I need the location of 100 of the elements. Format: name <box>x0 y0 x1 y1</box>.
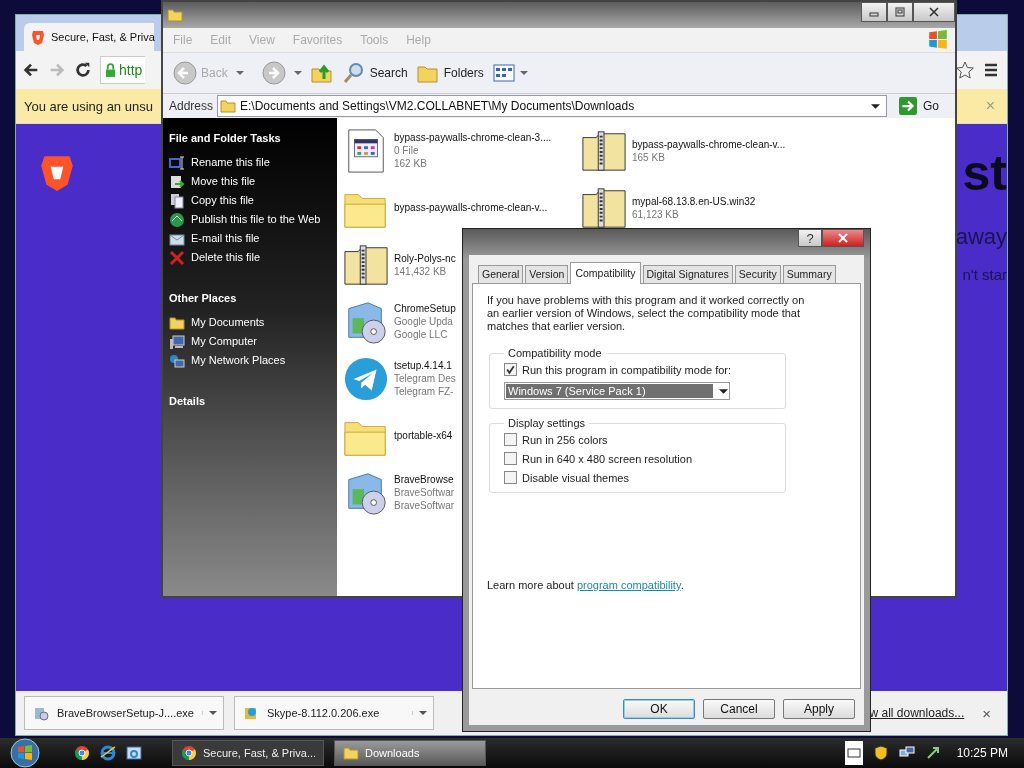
dialog-button[interactable]: Apply <box>783 699 855 719</box>
browser-tab[interactable]: Secure, Fast, & Priva <box>24 23 154 51</box>
lion-shield-icon <box>30 29 46 45</box>
dialog-button[interactable]: Cancel <box>703 699 775 719</box>
checkbox-label: Run in 640 x 480 screen resolution <box>522 452 692 465</box>
address-label: Address <box>169 99 214 113</box>
close-shelf-button[interactable]: × <box>974 704 999 722</box>
reload-icon[interactable] <box>74 61 92 79</box>
search-button[interactable]: Search <box>341 61 408 85</box>
checkbox-label: Run in 256 colors <box>522 433 608 446</box>
page-subheading: away <box>955 224 1007 250</box>
windows-logo-icon <box>927 29 949 51</box>
checkbox[interactable] <box>504 452 517 465</box>
taskbar-button[interactable]: Secure, Fast, & Priva... <box>172 740 324 766</box>
close-button[interactable] <box>913 2 955 22</box>
window-e-icon[interactable] <box>126 745 142 761</box>
zip-archive[interactable]: Roly-Polys-nc 141,432 KB <box>343 236 456 293</box>
move-icon <box>169 174 185 190</box>
close-button[interactable] <box>822 229 864 247</box>
installer-file[interactable]: BraveBrowse BraveSoftwar BraveSoftwar <box>343 464 455 521</box>
star-icon[interactable] <box>955 60 975 80</box>
folder-icon <box>167 7 183 23</box>
checkbox[interactable] <box>504 471 517 484</box>
installer-file[interactable]: ChromeSetup Google Upda Google LLC <box>343 293 456 350</box>
folder-icon <box>169 315 185 331</box>
task-link[interactable]: Move this file <box>169 175 329 190</box>
search-icon <box>341 61 366 85</box>
network-icon <box>169 353 185 369</box>
caret-icon[interactable] <box>235 71 244 75</box>
caret-icon[interactable] <box>293 71 302 75</box>
globe-icon <box>169 212 185 228</box>
taskbar-button[interactable]: Downloads <box>334 740 486 766</box>
close-icon <box>837 232 849 244</box>
views-button[interactable] <box>491 61 528 85</box>
compatibility-link[interactable]: program compatibility <box>576 579 681 591</box>
section-heading[interactable]: Other Places <box>169 292 329 304</box>
address-bar[interactable]: http <box>100 56 145 84</box>
minimize-button[interactable] <box>861 2 887 22</box>
settings-file[interactable]: bypass-paywalls-chrome-clean-3.... 0 File 162 KB <box>343 122 552 179</box>
section-heading[interactable]: Details <box>169 395 329 407</box>
folders-button[interactable]: Folders <box>415 61 484 85</box>
go-arrow-icon <box>899 97 917 115</box>
download-item[interactable]: Skype-8.112.0.206.exe <box>234 696 434 730</box>
dropdown-caret-icon <box>719 388 728 394</box>
task-link[interactable]: Delete this file <box>169 251 329 266</box>
chrome-icon[interactable] <box>74 745 90 761</box>
go-button[interactable]: Go <box>891 97 949 115</box>
checkbox[interactable] <box>504 433 517 446</box>
warning-text: You are using an unsu <box>24 98 153 114</box>
intro-text: If you have problems with this program and it worked correctly on an earlier version of Windows, select the compatibility mode that matches that earlier version. <box>487 294 806 333</box>
download-item[interactable]: BraveBrowserSetup-J....exe <box>24 696 224 730</box>
grid-view-icon <box>491 61 516 85</box>
browser-e-icon[interactable] <box>100 745 116 761</box>
menu-icon[interactable] <box>983 62 999 78</box>
dialog-tab[interactable]: General <box>478 265 524 283</box>
task-link[interactable]: My Computer <box>169 335 329 350</box>
task-link[interactable]: My Network Places <box>169 354 329 369</box>
group-title: Compatibility mode <box>507 347 603 359</box>
installer-icon <box>33 705 49 721</box>
dialog-tab[interactable]: Digital Signatures <box>642 265 733 283</box>
page-text: n't star <box>962 266 1007 283</box>
checkbox-label: Disable visual themes <box>522 471 629 484</box>
folder[interactable]: bypass-paywalls-chrome-clean-v... <box>343 179 548 236</box>
clock[interactable]: 10:25 PM <box>950 746 1024 760</box>
help-button[interactable]: ? <box>798 229 822 247</box>
dialog-button[interactable]: OK <box>623 699 695 719</box>
telegram-installer[interactable]: tsetup.4.14.1 Telegram Des Telegram FZ- <box>343 350 456 407</box>
task-link[interactable]: Copy this file <box>169 194 329 209</box>
mode-dropdown[interactable]: Windows 7 (Service Pack 1) <box>504 382 730 400</box>
shield-icon[interactable] <box>872 745 889 761</box>
maximize-button[interactable] <box>887 2 913 22</box>
maximize-icon <box>894 6 906 18</box>
rename-icon <box>169 155 185 171</box>
folder-icon <box>343 745 359 761</box>
task-link[interactable]: Rename this file <box>169 156 329 171</box>
dialog-tab[interactable]: Summary <box>782 265 836 283</box>
dropdown-caret-icon[interactable] <box>871 103 880 109</box>
installer-icon <box>243 705 259 721</box>
back-arrow-icon[interactable] <box>22 61 40 79</box>
section-heading[interactable]: File and Folder Tasks <box>169 132 329 144</box>
folder[interactable]: tportable-x64 <box>343 407 453 464</box>
folder-icon <box>220 98 237 114</box>
task-link[interactable]: E-mail this file <box>169 232 329 247</box>
forward-icon[interactable] <box>261 61 286 85</box>
dialog-tab[interactable]: Security <box>734 265 781 283</box>
start-button[interactable] <box>10 738 40 768</box>
task-link[interactable]: Publish this file to the Web <box>169 213 329 228</box>
lock-icon <box>105 62 116 78</box>
address-field[interactable]: E:\Documents and Settings\VM2.COLLABNET\My Documents\Downloads <box>217 95 887 117</box>
keyboard-icon[interactable] <box>844 741 863 765</box>
checkbox[interactable] <box>504 363 517 376</box>
envelope-icon <box>169 231 185 247</box>
zip-archive[interactable]: bypass-paywalls-chrome-clean-v... 165 KB <box>581 122 786 179</box>
learn-more-text: Learn more about <box>487 579 575 591</box>
dialog-tab[interactable]: Compatibility <box>570 262 641 284</box>
close-icon <box>928 6 940 18</box>
dialog-tab[interactable]: Version <box>525 265 569 283</box>
caret-icon <box>519 71 528 75</box>
group-title: Display settings <box>507 417 587 429</box>
task-link[interactable]: My Documents <box>169 316 329 331</box>
